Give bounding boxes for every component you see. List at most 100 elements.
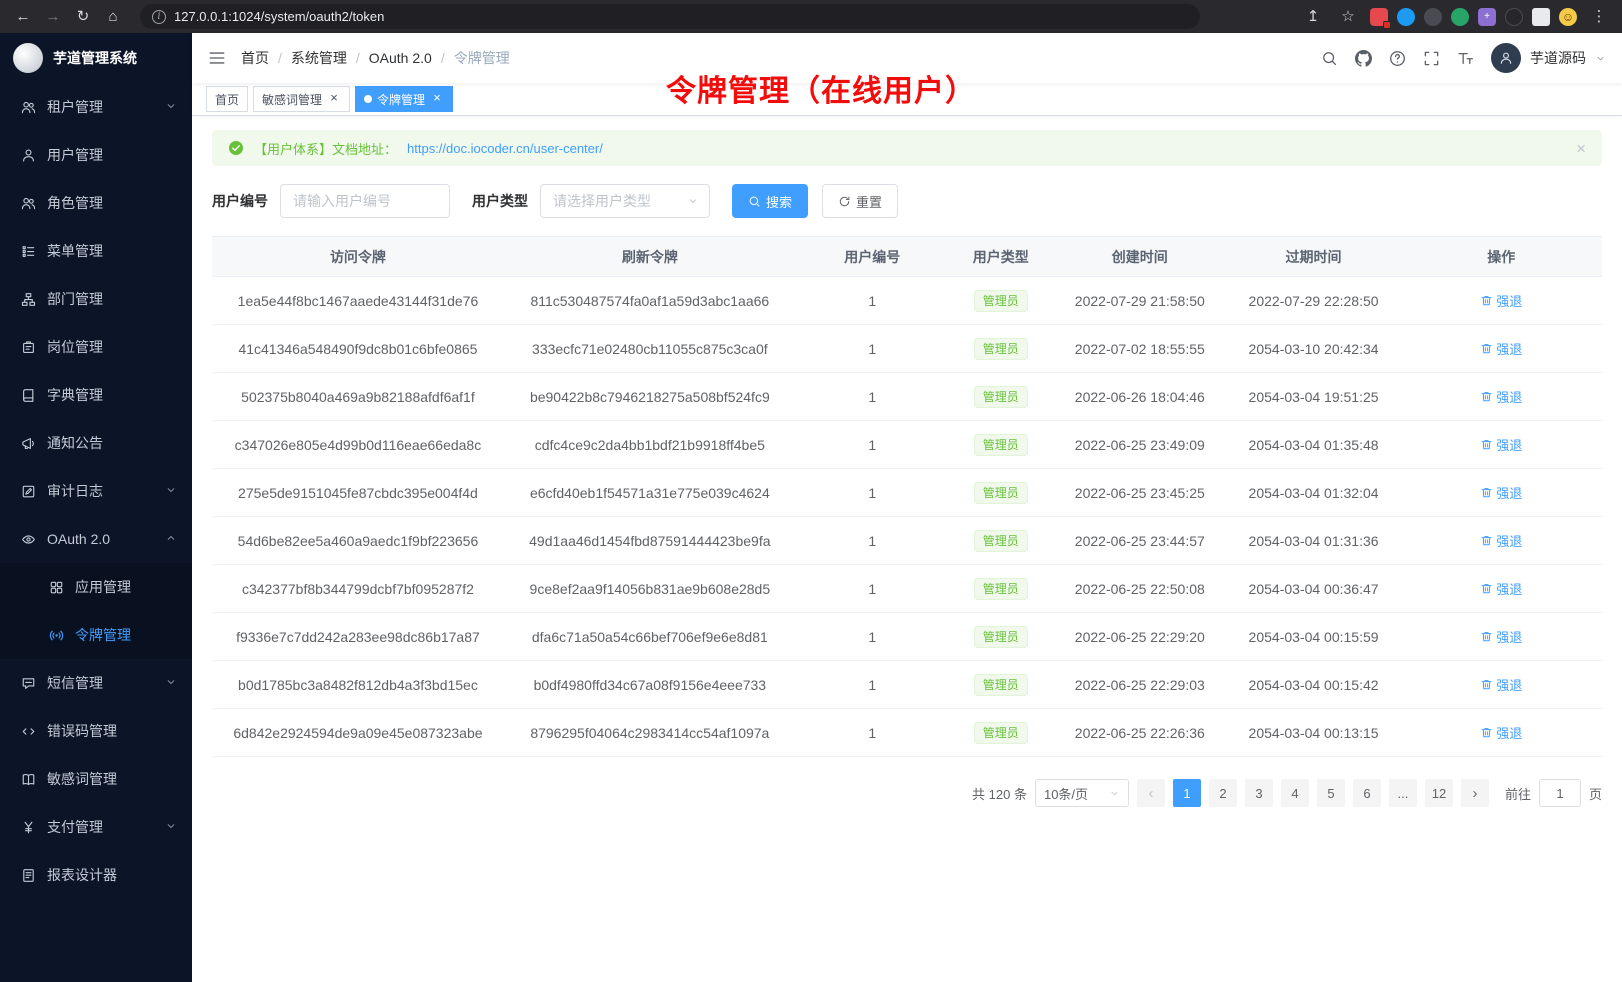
- sidebar-item-token[interactable]: 令牌管理: [0, 611, 192, 659]
- doc-link[interactable]: https://doc.iocoder.cn/user-center/: [407, 141, 603, 156]
- forward-icon[interactable]: →: [40, 0, 66, 33]
- page-button-3[interactable]: 3: [1245, 779, 1273, 807]
- sidebar-item-tenant[interactable]: 租户管理: [0, 83, 192, 131]
- sidebar-item-notice[interactable]: 通知公告: [0, 419, 192, 467]
- extension-dark2-icon[interactable]: [1505, 8, 1523, 26]
- breadcrumb-item[interactable]: OAuth 2.0: [369, 50, 432, 66]
- close-tab-icon[interactable]: ×: [327, 92, 341, 106]
- extension-red-icon[interactable]: [1370, 8, 1388, 26]
- table-row: 275e5de9151045fe87cbdc395e004f4de6cfd40e…: [212, 469, 1602, 517]
- page-button-12[interactable]: 12: [1425, 779, 1453, 807]
- alert-close-icon[interactable]: ×: [1576, 140, 1586, 157]
- breadcrumb-item[interactable]: 令牌管理: [454, 48, 510, 68]
- access-token-cell: 6d842e2924594de9a09e45e087323abe: [212, 709, 504, 757]
- force-logout-button[interactable]: 强退: [1480, 627, 1522, 646]
- fullscreen-icon[interactable]: [1423, 50, 1440, 67]
- notice-icon: [21, 436, 36, 451]
- user-type-select[interactable]: 请选择用户类型: [540, 184, 710, 218]
- expire-time-cell: 2054-03-10 20:42:34: [1227, 325, 1401, 373]
- force-logout-button[interactable]: 强退: [1480, 339, 1522, 358]
- sidebar-item-dept[interactable]: 部门管理: [0, 275, 192, 323]
- sidebar-item-dict[interactable]: 字典管理: [0, 371, 192, 419]
- search-button[interactable]: 搜索: [732, 184, 808, 218]
- page-button-1[interactable]: 1: [1173, 779, 1201, 807]
- profile-avatar-icon[interactable]: ☺: [1559, 8, 1577, 26]
- force-logout-button[interactable]: 强退: [1480, 675, 1522, 694]
- logo[interactable]: 芋道管理系统: [0, 33, 192, 83]
- reload-icon[interactable]: ↻: [70, 0, 96, 33]
- create-time-cell: 2022-06-25 23:49:09: [1053, 421, 1227, 469]
- sidebar-item-report[interactable]: 报表设计器: [0, 851, 192, 899]
- side-panel-icon[interactable]: [1532, 8, 1550, 26]
- url-bar[interactable]: i 127.0.0.1:1024/system/oauth2/token: [140, 4, 1200, 29]
- header-search-icon[interactable]: [1321, 50, 1338, 67]
- share-icon[interactable]: ↥: [1300, 0, 1326, 33]
- extension-blue-icon[interactable]: [1397, 8, 1415, 26]
- breadcrumb: 首页/系统管理/OAuth 2.0/令牌管理: [241, 48, 510, 68]
- action-cell: 强退: [1400, 277, 1602, 325]
- sidebar-item-app[interactable]: 应用管理: [0, 563, 192, 611]
- close-tab-icon[interactable]: ×: [430, 92, 444, 106]
- font-size-icon[interactable]: [1457, 50, 1474, 67]
- force-logout-button[interactable]: 强退: [1480, 723, 1522, 742]
- trash-icon: [1480, 630, 1493, 643]
- collapse-sidebar-icon[interactable]: [208, 49, 226, 67]
- force-logout-button[interactable]: 强退: [1480, 531, 1522, 550]
- oauth-icon: [21, 532, 36, 547]
- page-button-6[interactable]: 6: [1353, 779, 1381, 807]
- github-icon[interactable]: [1355, 50, 1372, 67]
- home-icon[interactable]: ⌂: [100, 0, 126, 33]
- page-button-5[interactable]: 5: [1317, 779, 1345, 807]
- reset-button[interactable]: 重置: [822, 184, 898, 218]
- sidebar-item-oauth[interactable]: OAuth 2.0: [0, 515, 192, 563]
- user-type-cell: 管理员: [949, 421, 1053, 469]
- user-name[interactable]: 芋道源码: [1530, 48, 1586, 68]
- create-time-cell: 2022-07-02 18:55:55: [1053, 325, 1227, 373]
- sidebar-item-errcode[interactable]: 错误码管理: [0, 707, 192, 755]
- tab-1[interactable]: 敏感词管理×: [253, 86, 350, 112]
- force-logout-button[interactable]: 强退: [1480, 387, 1522, 406]
- breadcrumb-item[interactable]: 首页: [241, 48, 269, 68]
- help-icon[interactable]: [1389, 50, 1406, 67]
- tenant-icon: [21, 100, 36, 115]
- prev-page-button[interactable]: ‹: [1137, 779, 1165, 807]
- sidebar-item-menu[interactable]: 菜单管理: [0, 227, 192, 275]
- force-logout-button[interactable]: 强退: [1480, 579, 1522, 598]
- search-button-icon: [748, 195, 761, 208]
- sidebar-item-sms[interactable]: 短信管理: [0, 659, 192, 707]
- extension-green-icon[interactable]: [1451, 8, 1469, 26]
- sidebar-item-post[interactable]: 岗位管理: [0, 323, 192, 371]
- tab-0[interactable]: 首页: [206, 86, 248, 112]
- back-icon[interactable]: ←: [10, 0, 36, 33]
- refresh-token-cell: cdfc4ce9c2da4bb1bdf21b9918ff4be5: [504, 421, 796, 469]
- sidebar-item-sensitive[interactable]: 敏感词管理: [0, 755, 192, 803]
- extension-dark-icon[interactable]: [1424, 8, 1442, 26]
- page-button-ellipsis[interactable]: ...: [1389, 779, 1417, 807]
- access-token-cell: 41c41346a548490f9dc8b01c6bfe0865: [212, 325, 504, 373]
- sensitive-icon: [21, 772, 36, 787]
- force-logout-button[interactable]: 强退: [1480, 435, 1522, 454]
- extensions-puzzle-icon[interactable]: +: [1478, 8, 1496, 26]
- breadcrumb-item[interactable]: 系统管理: [291, 48, 347, 68]
- user-menu-caret-icon[interactable]: [1595, 53, 1606, 64]
- logo-title: 芋道管理系统: [53, 48, 137, 68]
- goto-page-input[interactable]: [1539, 779, 1581, 807]
- sidebar-item-user[interactable]: 用户管理: [0, 131, 192, 179]
- page-button-2[interactable]: 2: [1209, 779, 1237, 807]
- sidebar-item-pay[interactable]: 支付管理: [0, 803, 192, 851]
- page-button-4[interactable]: 4: [1281, 779, 1309, 807]
- user-avatar[interactable]: [1491, 43, 1521, 73]
- site-info-icon[interactable]: i: [152, 10, 166, 24]
- browser-menu-icon[interactable]: ⋮: [1586, 0, 1612, 33]
- sidebar-item-label: 审计日志: [47, 481, 103, 501]
- force-logout-button[interactable]: 强退: [1480, 291, 1522, 310]
- next-page-button[interactable]: ›: [1461, 779, 1489, 807]
- sidebar-item-log[interactable]: 审计日志: [0, 467, 192, 515]
- user-id-input[interactable]: [280, 184, 450, 218]
- user-type-cell: 管理员: [949, 709, 1053, 757]
- bookmark-star-icon[interactable]: ☆: [1335, 0, 1361, 33]
- page-size-select[interactable]: 10条/页: [1035, 779, 1129, 807]
- force-logout-button[interactable]: 强退: [1480, 483, 1522, 502]
- sidebar-item-role[interactable]: 角色管理: [0, 179, 192, 227]
- tab-2[interactable]: 令牌管理×: [355, 86, 453, 112]
